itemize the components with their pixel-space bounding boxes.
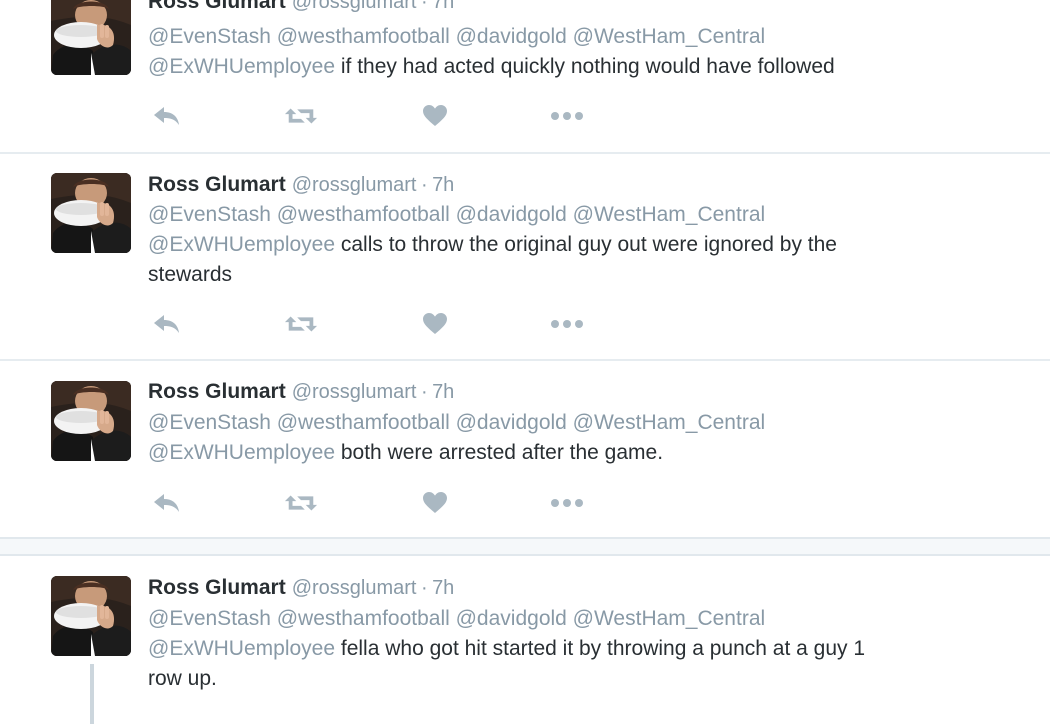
- tweet-mention[interactable]: @ExWHUemployee: [148, 441, 335, 464]
- tweet[interactable]: Ross Glumart @rossglumart · 7h @EvenStash…: [0, 362, 1050, 537]
- tweet-mentions[interactable]: @EvenStash @westhamfootball @davidgold @…: [148, 25, 765, 48]
- tweet-message: if they had acted quickly nothing would …: [335, 55, 835, 78]
- tweet-separator: ·: [420, 381, 428, 403]
- more-button[interactable]: [550, 309, 584, 339]
- retweet-icon: [284, 491, 318, 515]
- reply-icon: [152, 312, 182, 336]
- tweet-message-continued: stewards: [148, 263, 233, 286]
- tweet-mention[interactable]: @ExWHUemployee: [148, 233, 335, 256]
- tweet-mentions[interactable]: @EvenStash @westhamfootball @davidgold @…: [148, 411, 765, 434]
- tweet-text: @EvenStash @westhamfootball @davidgold @…: [148, 200, 1008, 290]
- tweet[interactable]: Ross Glumart @rossglumart · 7h @EvenStash…: [0, 154, 1050, 359]
- heart-icon: [422, 491, 448, 515]
- reply-button[interactable]: [150, 488, 184, 518]
- tweet-timestamp[interactable]: 7h: [432, 381, 454, 403]
- tweet-message: fella who got hit started it by throwing…: [335, 637, 866, 660]
- tweet-timestamp[interactable]: 7h: [432, 0, 454, 13]
- avatar-image: [51, 576, 131, 656]
- tweet-fullname[interactable]: Ross Glumart: [148, 0, 286, 13]
- avatar-image: [51, 381, 131, 461]
- divider: [0, 359, 1050, 361]
- tweet-header: Ross Glumart @rossglumart · 7h: [148, 576, 454, 600]
- avatar[interactable]: [51, 0, 131, 75]
- tweet-message-continued: row up.: [148, 667, 217, 690]
- tweet-header: Ross Glumart @rossglumart · 7h: [148, 173, 454, 197]
- tweet-separator: ·: [420, 174, 428, 196]
- tweet-fullname[interactable]: Ross Glumart: [148, 173, 286, 196]
- retweet-button[interactable]: [284, 488, 318, 518]
- avatar-image: [51, 0, 131, 75]
- avatar-image: [51, 173, 131, 253]
- retweet-button[interactable]: [284, 101, 318, 131]
- tweet-message: both were arrested after the game.: [335, 441, 664, 464]
- tweet-fullname[interactable]: Ross Glumart: [148, 380, 286, 403]
- like-button[interactable]: [418, 101, 452, 131]
- retweet-icon: [284, 312, 318, 336]
- tweet-separator: ·: [420, 577, 428, 599]
- like-button[interactable]: [418, 488, 452, 518]
- retweet-button[interactable]: [284, 309, 318, 339]
- reply-button[interactable]: [150, 101, 184, 131]
- tweet-separator: ·: [420, 0, 428, 13]
- tweet-timestamp[interactable]: 7h: [432, 174, 454, 196]
- tweet-username[interactable]: @rossglumart: [292, 174, 417, 196]
- like-button[interactable]: [418, 309, 452, 339]
- tweet-header: Ross Glumart @rossglumart · 7h: [148, 0, 454, 14]
- tweet-fullname[interactable]: Ross Glumart: [148, 576, 286, 599]
- reply-icon: [152, 104, 182, 128]
- tweet-mention[interactable]: @ExWHUemployee: [148, 55, 335, 78]
- tweet-mentions[interactable]: @EvenStash @westhamfootball @davidgold @…: [148, 203, 765, 226]
- tweet-text: @EvenStash @westhamfootball @davidgold @…: [148, 408, 1008, 468]
- more-button[interactable]: [550, 101, 584, 131]
- avatar[interactable]: [51, 381, 131, 461]
- tweet-username[interactable]: @rossglumart: [292, 381, 417, 403]
- tweet-text: @EvenStash @westhamfootball @davidgold @…: [148, 22, 1008, 82]
- tweet[interactable]: Ross Glumart @rossglumart · 7h @EvenStash…: [0, 0, 1050, 152]
- tweet-message: calls to throw the original guy out were…: [335, 233, 837, 256]
- tweet-username[interactable]: @rossglumart: [292, 577, 417, 599]
- thread-line: [90, 664, 94, 724]
- reply-button[interactable]: [150, 309, 184, 339]
- conversation-gap: [0, 537, 1050, 556]
- heart-icon: [422, 104, 448, 128]
- tweet-mention[interactable]: @ExWHUemployee: [148, 637, 335, 660]
- tweet-username[interactable]: @rossglumart: [292, 0, 417, 13]
- heart-icon: [422, 312, 448, 336]
- tweet-mentions[interactable]: @EvenStash @westhamfootball @davidgold @…: [148, 607, 765, 630]
- tweet[interactable]: Ross Glumart @rossglumart · 7h @EvenStash…: [0, 556, 1050, 724]
- tweet-header: Ross Glumart @rossglumart · 7h: [148, 380, 454, 404]
- tweet-timestamp[interactable]: 7h: [432, 577, 454, 599]
- more-button[interactable]: [550, 488, 584, 518]
- avatar[interactable]: [51, 173, 131, 253]
- avatar[interactable]: [51, 576, 131, 656]
- more-icon: [550, 318, 584, 330]
- reply-icon: [152, 491, 182, 515]
- more-icon: [550, 110, 584, 122]
- retweet-icon: [284, 104, 318, 128]
- more-icon: [550, 497, 584, 509]
- tweet-text: @EvenStash @westhamfootball @davidgold @…: [148, 604, 1008, 694]
